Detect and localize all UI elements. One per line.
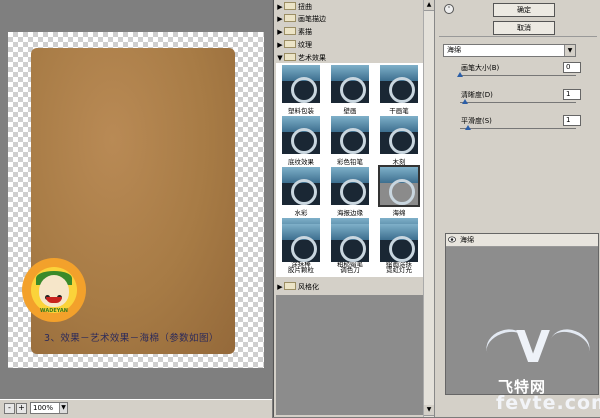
filter-select-value: 海绵 xyxy=(447,46,461,54)
smoothness-slider[interactable] xyxy=(460,125,576,130)
filter-label: 彩色铅笔 xyxy=(337,158,363,166)
filter-label: 霓虹灯光 xyxy=(386,266,412,274)
cancel-button[interactable]: 取消 xyxy=(493,21,555,35)
effect-layer-name: 海绵 xyxy=(460,236,474,244)
category-label: 艺术效果 xyxy=(298,54,326,62)
chevron-down-icon: ▼ xyxy=(564,45,575,56)
ok-button[interactable]: 确定 xyxy=(493,3,555,17)
eye-icon[interactable] xyxy=(448,236,456,243)
filter-thumb-sponge[interactable] xyxy=(378,165,420,207)
filter-thumb-palette-knife[interactable] xyxy=(331,224,369,262)
category-label: 扭曲 xyxy=(298,3,312,11)
folder-icon xyxy=(284,27,296,35)
category-texture[interactable]: ▶ 纹理 xyxy=(276,40,424,51)
filter-thumb-poster-edges[interactable] xyxy=(331,167,369,205)
zoom-out-button[interactable]: - xyxy=(4,403,15,414)
filter-label: 海绵 xyxy=(392,209,406,217)
definition-slider[interactable] xyxy=(460,99,576,104)
scroll-up-icon[interactable]: ▲ xyxy=(424,0,434,11)
smoothness-input[interactable]: 1 xyxy=(563,115,581,126)
filter-thumb-plastic-wrap[interactable] xyxy=(282,65,320,103)
folder-open-icon xyxy=(284,53,296,61)
scroll-down-icon[interactable]: ▼ xyxy=(424,405,434,416)
category-brush-strokes[interactable]: ▶ 画笔描边 xyxy=(276,14,424,25)
filter-label: 壁画 xyxy=(343,107,357,115)
filter-thumb-film-grain[interactable] xyxy=(282,224,320,262)
expand-arrow-icon: ▶ xyxy=(277,41,283,49)
filter-thumb-dry-brush[interactable] xyxy=(380,65,418,103)
slider-knob[interactable] xyxy=(461,99,468,104)
param-label: 画笔大小(B) xyxy=(461,64,500,72)
folder-icon xyxy=(284,40,296,48)
filter-label: 木刻 xyxy=(392,158,406,166)
filter-thumb-underpainting[interactable] xyxy=(282,116,320,154)
expand-arrow-icon: ▶ xyxy=(277,28,283,36)
divider xyxy=(439,36,597,37)
expand-arrow-icon: ▶ xyxy=(277,15,283,23)
filter-thumb-neon-glow[interactable] xyxy=(380,224,418,262)
slider-knob[interactable] xyxy=(465,125,472,130)
filter-label: 调色刀 xyxy=(340,266,360,274)
zoom-value: 100% xyxy=(33,404,54,412)
category-stylize[interactable]: ▶ 风格化 xyxy=(276,282,424,293)
watermark-en: fevte.com xyxy=(496,392,600,414)
effect-layer-row[interactable]: 海绵 xyxy=(446,234,598,247)
logo-text: WADEYAN xyxy=(40,308,68,314)
category-label: 画笔描边 xyxy=(298,15,326,23)
gallery-empty-area xyxy=(276,295,424,415)
category-label: 纹理 xyxy=(298,41,312,49)
category-label: 素描 xyxy=(298,28,312,36)
zoom-select[interactable]: 100% ▼ xyxy=(30,402,68,414)
folder-icon xyxy=(284,2,296,10)
slider-knob[interactable] xyxy=(457,72,463,77)
brush-size-slider[interactable] xyxy=(457,72,576,77)
category-distort[interactable]: ▶ 扭曲 xyxy=(276,2,424,13)
watermark-v: V xyxy=(516,322,551,373)
filter-label: 干画笔 xyxy=(389,107,409,115)
definition-input[interactable]: 1 xyxy=(563,89,581,100)
filter-label: 塑料包装 xyxy=(288,107,314,115)
folder-icon xyxy=(284,14,296,22)
category-sketch[interactable]: ▶ 素描 xyxy=(276,27,424,38)
tutorial-caption: 3、效果－艺术效果－海棉（参数如图） xyxy=(44,333,219,344)
filter-label: 胶片颗粒 xyxy=(288,266,314,274)
logo-inner xyxy=(31,267,77,313)
category-label: 风格化 xyxy=(298,283,319,291)
filter-label: 水彩 xyxy=(294,209,308,217)
filter-thumb-watercolor[interactable] xyxy=(282,167,320,205)
fevte-watermark: V 飞特网 fevte.com xyxy=(478,310,600,417)
filter-thumb-fresco[interactable] xyxy=(331,65,369,103)
filter-thumb-cutout[interactable] xyxy=(380,116,418,154)
filter-select[interactable]: 海绵 ▼ xyxy=(443,44,576,57)
zoom-in-button[interactable]: + xyxy=(16,403,27,414)
brush-size-input[interactable]: 0 xyxy=(563,62,581,73)
expand-arrow-icon: ▶ xyxy=(277,283,283,291)
watermark-wing-right xyxy=(545,324,595,367)
chevron-down-icon: ▼ xyxy=(59,403,67,413)
collapse-gallery-icon[interactable]: ⌃ xyxy=(444,4,454,14)
folder-icon xyxy=(284,282,296,290)
gallery-scrollbar[interactable]: ▲ ▼ xyxy=(423,0,434,417)
filter-gallery: ▶ 扭曲 ▶ 画笔描边 ▶ 素描 ▶ 纹理 ▼ 艺术效果 塑料包装 壁画 干画笔 底纹效果… xyxy=(273,0,434,417)
filter-thumb-colored-pencil[interactable] xyxy=(331,116,369,154)
preview-area: WADEYAN 3、效果－艺术效果－海棉（参数如图） xyxy=(0,0,272,399)
expand-arrow-icon: ▶ xyxy=(277,3,283,11)
filter-label: 底纹效果 xyxy=(288,158,314,166)
filter-label: 海报边缘 xyxy=(337,209,363,217)
wadeyan-logo: WADEYAN xyxy=(22,258,86,322)
